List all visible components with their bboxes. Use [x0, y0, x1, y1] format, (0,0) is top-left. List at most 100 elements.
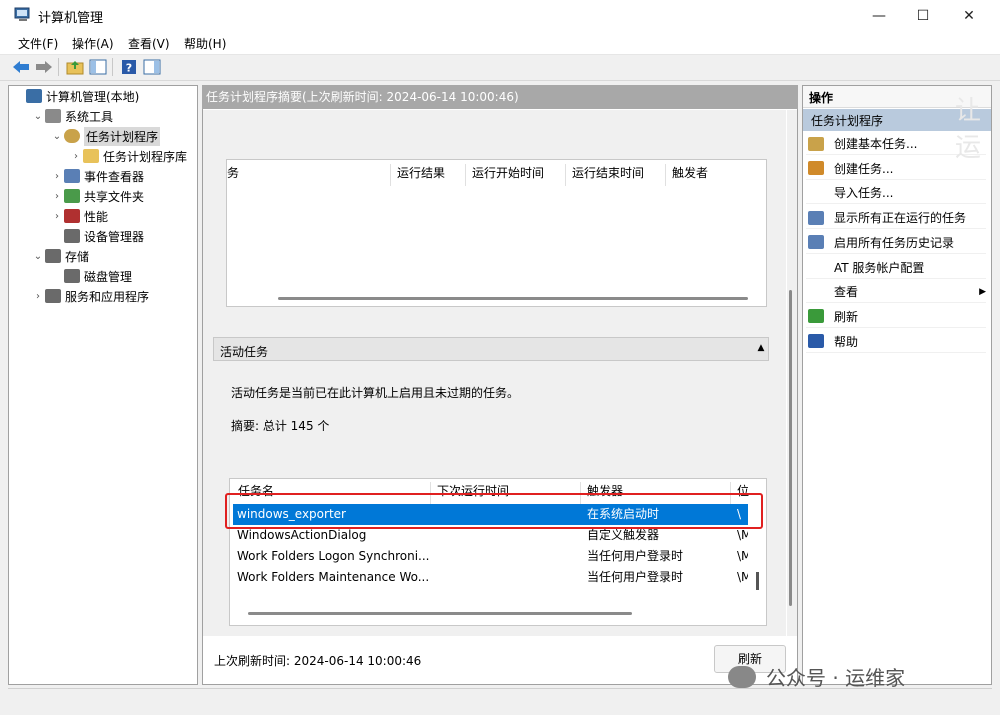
table-row[interactable]: Work Folders Logon Synchroni... 当任何用户登录时…: [233, 546, 748, 567]
menu-action[interactable]: 操作(A): [72, 35, 114, 52]
menu-help[interactable]: 帮助(H): [184, 35, 226, 52]
action-item[interactable]: 启用所有任务历史记录: [806, 232, 986, 254]
tree-item-label: 任务计划程序库: [103, 149, 188, 164]
last-refresh-time: 上次刷新时间: 2024-06-14 10:00:46: [214, 654, 422, 668]
expand-chevron-icon[interactable]: ›: [50, 191, 64, 202]
tasks-vertical-scrollbar[interactable]: [756, 572, 759, 590]
action-item[interactable]: 帮助: [806, 331, 986, 353]
refresh-icon: [808, 309, 824, 324]
corner-watermark: 让运: [955, 96, 982, 163]
action-label: 显示所有正在运行的任务: [834, 211, 967, 226]
wechat-logo-icon: [728, 665, 756, 688]
tree-item[interactable]: › 任务计划程序库: [12, 146, 196, 166]
expand-chevron-icon[interactable]: ⌄: [31, 111, 45, 122]
computer-icon: [26, 89, 42, 103]
active-tasks-section-header[interactable]: 活动任务: [213, 337, 769, 361]
action-label: 刷新: [834, 309, 859, 324]
tree-item[interactable]: › 性能: [12, 206, 196, 226]
clock-icon: [64, 129, 80, 143]
column-header-run-end[interactable]: 运行结束时间: [565, 164, 665, 186]
tree-item-label: 计算机管理(本地): [46, 89, 140, 104]
tree-item[interactable]: › 服务和应用程序: [12, 286, 196, 306]
tree-item-label: 事件查看器: [84, 169, 145, 184]
tree-item-label: 任务计划程序: [84, 126, 161, 146]
expand-chevron-icon[interactable]: ›: [50, 171, 64, 182]
expand-chevron-icon[interactable]: ›: [50, 211, 64, 222]
show-action-pane-icon[interactable]: [142, 57, 162, 77]
task-status-table: 务 运行结果 运行开始时间 运行结束时间 触发者: [226, 159, 767, 307]
tree-item-label: 磁盘管理: [84, 269, 133, 284]
help-icon: [808, 334, 824, 349]
column-header-run-result[interactable]: 运行结果: [390, 164, 465, 186]
action-item[interactable]: 显示所有正在运行的任务: [806, 207, 986, 230]
shared-folder-icon: [64, 189, 80, 203]
action-item[interactable]: 查看 ▶: [806, 281, 986, 304]
tree-item[interactable]: ⌄ 系统工具: [12, 106, 196, 126]
center-scrollbar-thumb[interactable]: [789, 290, 792, 606]
event-viewer-icon: [64, 169, 80, 183]
back-icon[interactable]: [11, 57, 31, 77]
task-name: Work Folders Logon Synchroni...: [237, 549, 430, 563]
task-icon: [808, 161, 824, 176]
expand-chevron-icon[interactable]: ›: [69, 151, 83, 162]
expand-chevron-icon[interactable]: ⌄: [50, 131, 64, 142]
action-label: 创建任务...: [834, 161, 894, 176]
disk-icon: [64, 269, 80, 283]
list-icon: [808, 210, 824, 225]
tree-item[interactable]: 磁盘管理: [12, 266, 196, 286]
tree-item-label: 共享文件夹: [84, 189, 145, 204]
minimize-button[interactable]: —: [856, 0, 902, 32]
tree-item[interactable]: ⌄ 任务计划程序: [12, 126, 196, 146]
computer-management-icon: [14, 7, 30, 21]
action-label: AT 服务帐户配置: [834, 260, 925, 275]
up-folder-icon[interactable]: [65, 57, 85, 77]
table-row[interactable]: Work Folders Maintenance Wo... 当任何用户登录时 …: [233, 567, 748, 588]
task-trigger: 当任何用户登录时: [587, 570, 684, 584]
device-manager-icon: [64, 229, 80, 243]
toolbar-separator: [112, 58, 113, 76]
tree-item-label: 系统工具: [65, 109, 114, 124]
summary-header: 任务计划程序摘要(上次刷新时间: 2024-06-14 10:00:46): [202, 85, 798, 109]
task-trigger: 当任何用户登录时: [587, 549, 684, 563]
action-item[interactable]: AT 服务帐户配置: [806, 257, 986, 279]
tree-item-label: 存储: [65, 249, 90, 264]
action-label: 创建基本任务...: [834, 137, 918, 151]
tree-item[interactable]: ⌄ 存储: [12, 246, 196, 266]
title-bar: [0, 0, 1000, 32]
menu-file[interactable]: 文件(F): [18, 35, 58, 52]
svg-text:?: ?: [126, 62, 132, 75]
tree-item[interactable]: 计算机管理(本地): [12, 86, 196, 106]
column-header-run-start[interactable]: 运行开始时间: [465, 164, 565, 186]
help-icon[interactable]: ?: [119, 57, 139, 77]
column-header-triggered-by[interactable]: 触发者: [665, 164, 765, 186]
menu-view[interactable]: 查看(V): [128, 35, 170, 52]
window-title: 计算机管理: [38, 11, 104, 26]
action-item[interactable]: 刷新: [806, 306, 986, 328]
maximize-button[interactable]: ☐: [900, 0, 946, 32]
tree-container: 计算机管理(本地) ⌄ 系统工具 ⌄ 任务计划程序 › 任务计划程序库 › 事件查看器 › 共享文件…: [12, 86, 196, 306]
table-horizontal-scrollbar[interactable]: [278, 297, 748, 300]
forward-icon[interactable]: [34, 57, 54, 77]
task-name: Work Folders Maintenance Wo...: [237, 570, 430, 584]
tools-icon: [45, 109, 61, 123]
close-button[interactable]: ✕: [946, 0, 992, 32]
column-header-task[interactable]: 务: [227, 164, 239, 186]
expand-chevron-icon[interactable]: ›: [31, 291, 45, 302]
action-label: 导入任务...: [834, 186, 894, 201]
watermark: 公众号 · 运维家: [728, 662, 905, 691]
show-hide-tree-icon[interactable]: [88, 57, 108, 77]
action-label: 帮助: [834, 334, 859, 349]
action-item[interactable]: 导入任务...: [806, 182, 986, 205]
tasks-horizontal-scrollbar[interactable]: [248, 612, 632, 615]
tree-item-label: 设备管理器: [84, 229, 145, 244]
tree-item[interactable]: › 共享文件夹: [12, 186, 196, 206]
expand-chevron-icon[interactable]: ⌄: [31, 251, 45, 262]
action-label: 启用所有任务历史记录: [834, 235, 955, 250]
collapse-caret-icon[interactable]: ▲: [754, 340, 768, 356]
tree-item[interactable]: › 事件查看器: [12, 166, 196, 186]
tree-item-label: 服务和应用程序: [65, 289, 150, 304]
task-location: \M: [737, 570, 748, 584]
tree-item[interactable]: 设备管理器: [12, 226, 196, 246]
